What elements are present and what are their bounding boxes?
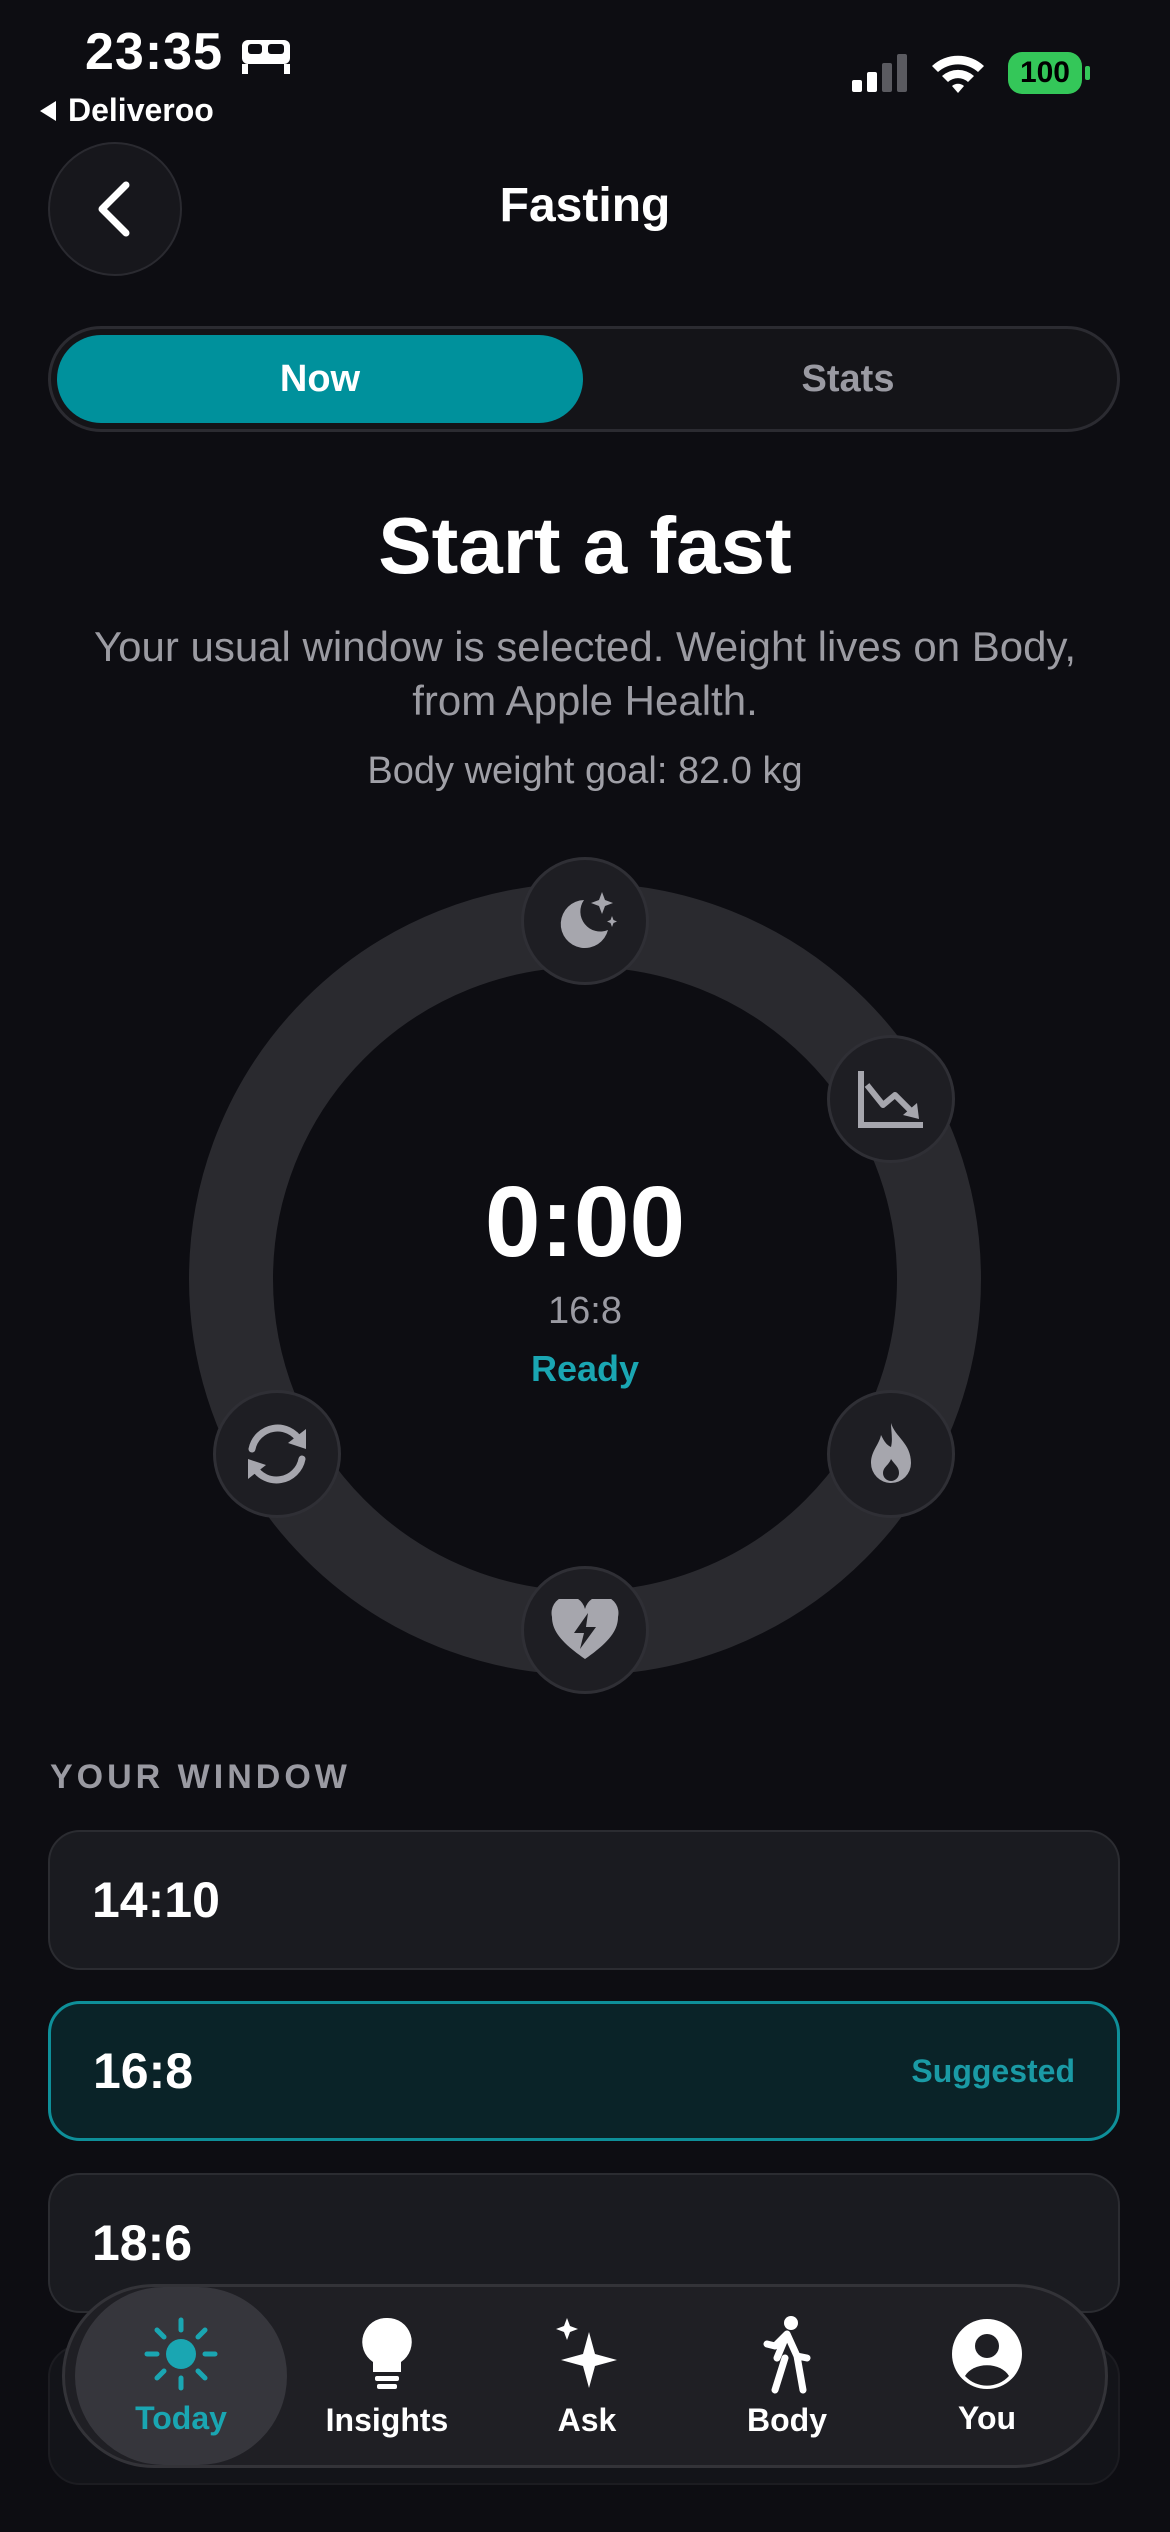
page-title: Fasting	[499, 179, 671, 232]
fast-status: Ready	[530, 1348, 640, 1389]
tab-label: You	[957, 2399, 1017, 2436]
suggested-badge: Suggested	[911, 2052, 1075, 2089]
person-icon	[952, 2318, 1022, 2389]
back-to-app[interactable]: Deliveroo	[38, 92, 214, 129]
refresh-icon[interactable]	[213, 1390, 341, 1518]
fast-ratio: 16:8	[548, 1290, 622, 1332]
walk-icon	[763, 2315, 811, 2393]
bed-icon	[242, 40, 290, 74]
signal-icon	[851, 54, 907, 92]
battery-indicator: 100	[1007, 52, 1090, 94]
segmented-control: Now Stats	[48, 326, 1120, 432]
option-label: 18:6	[92, 2215, 193, 2271]
tab-today[interactable]: Today	[75, 2287, 287, 2465]
tab-label: Insights	[325, 2401, 449, 2438]
tab-label: Today	[135, 2399, 227, 2436]
flame-icon[interactable]	[827, 1390, 955, 1518]
window-option-14-10[interactable]: 14:10	[48, 1830, 1120, 1970]
tab-now[interactable]: Now	[57, 335, 583, 423]
moon-stars-icon[interactable]	[521, 857, 649, 985]
tab-label: Body	[747, 2401, 827, 2438]
wifi-icon	[931, 55, 984, 93]
battery-level: 100	[1007, 52, 1082, 94]
tab-bar: Today Insights Ask Body You	[62, 2284, 1108, 2468]
tab-stats[interactable]: Stats	[585, 335, 1111, 423]
status-time: 23:35	[85, 23, 223, 81]
tab-you[interactable]: You	[887, 2287, 1087, 2465]
sun-icon	[144, 2317, 218, 2390]
chart-down-icon[interactable]	[827, 1035, 955, 1163]
subtitle: Your usual window is selected. Weight li…	[93, 623, 1077, 724]
status-icons: 100	[851, 52, 1090, 94]
back-triangle-icon	[40, 100, 56, 121]
tab-body[interactable]: Body	[687, 2287, 887, 2465]
main-heading: Start a fast	[378, 501, 792, 590]
heart-bolt-icon[interactable]	[521, 1566, 649, 1694]
sparkles-icon	[556, 2317, 617, 2388]
option-label: 16:8	[93, 2043, 194, 2099]
tab-label: Ask	[557, 2401, 617, 2438]
option-label: 14:10	[92, 1872, 220, 1928]
window-option-16-8[interactable]: 16:8 Suggested	[48, 2001, 1120, 2141]
back-app-label: Deliveroo	[68, 92, 214, 128]
tab-ask[interactable]: Ask	[487, 2287, 687, 2465]
section-label: YOUR WINDOW	[50, 1758, 351, 1796]
tab-insights[interactable]: Insights	[287, 2287, 487, 2465]
weight-goal: Body weight goal: 82.0 kg	[367, 750, 803, 792]
fast-timer: 0:00	[484, 1166, 686, 1278]
lightbulb-icon	[362, 2317, 412, 2389]
